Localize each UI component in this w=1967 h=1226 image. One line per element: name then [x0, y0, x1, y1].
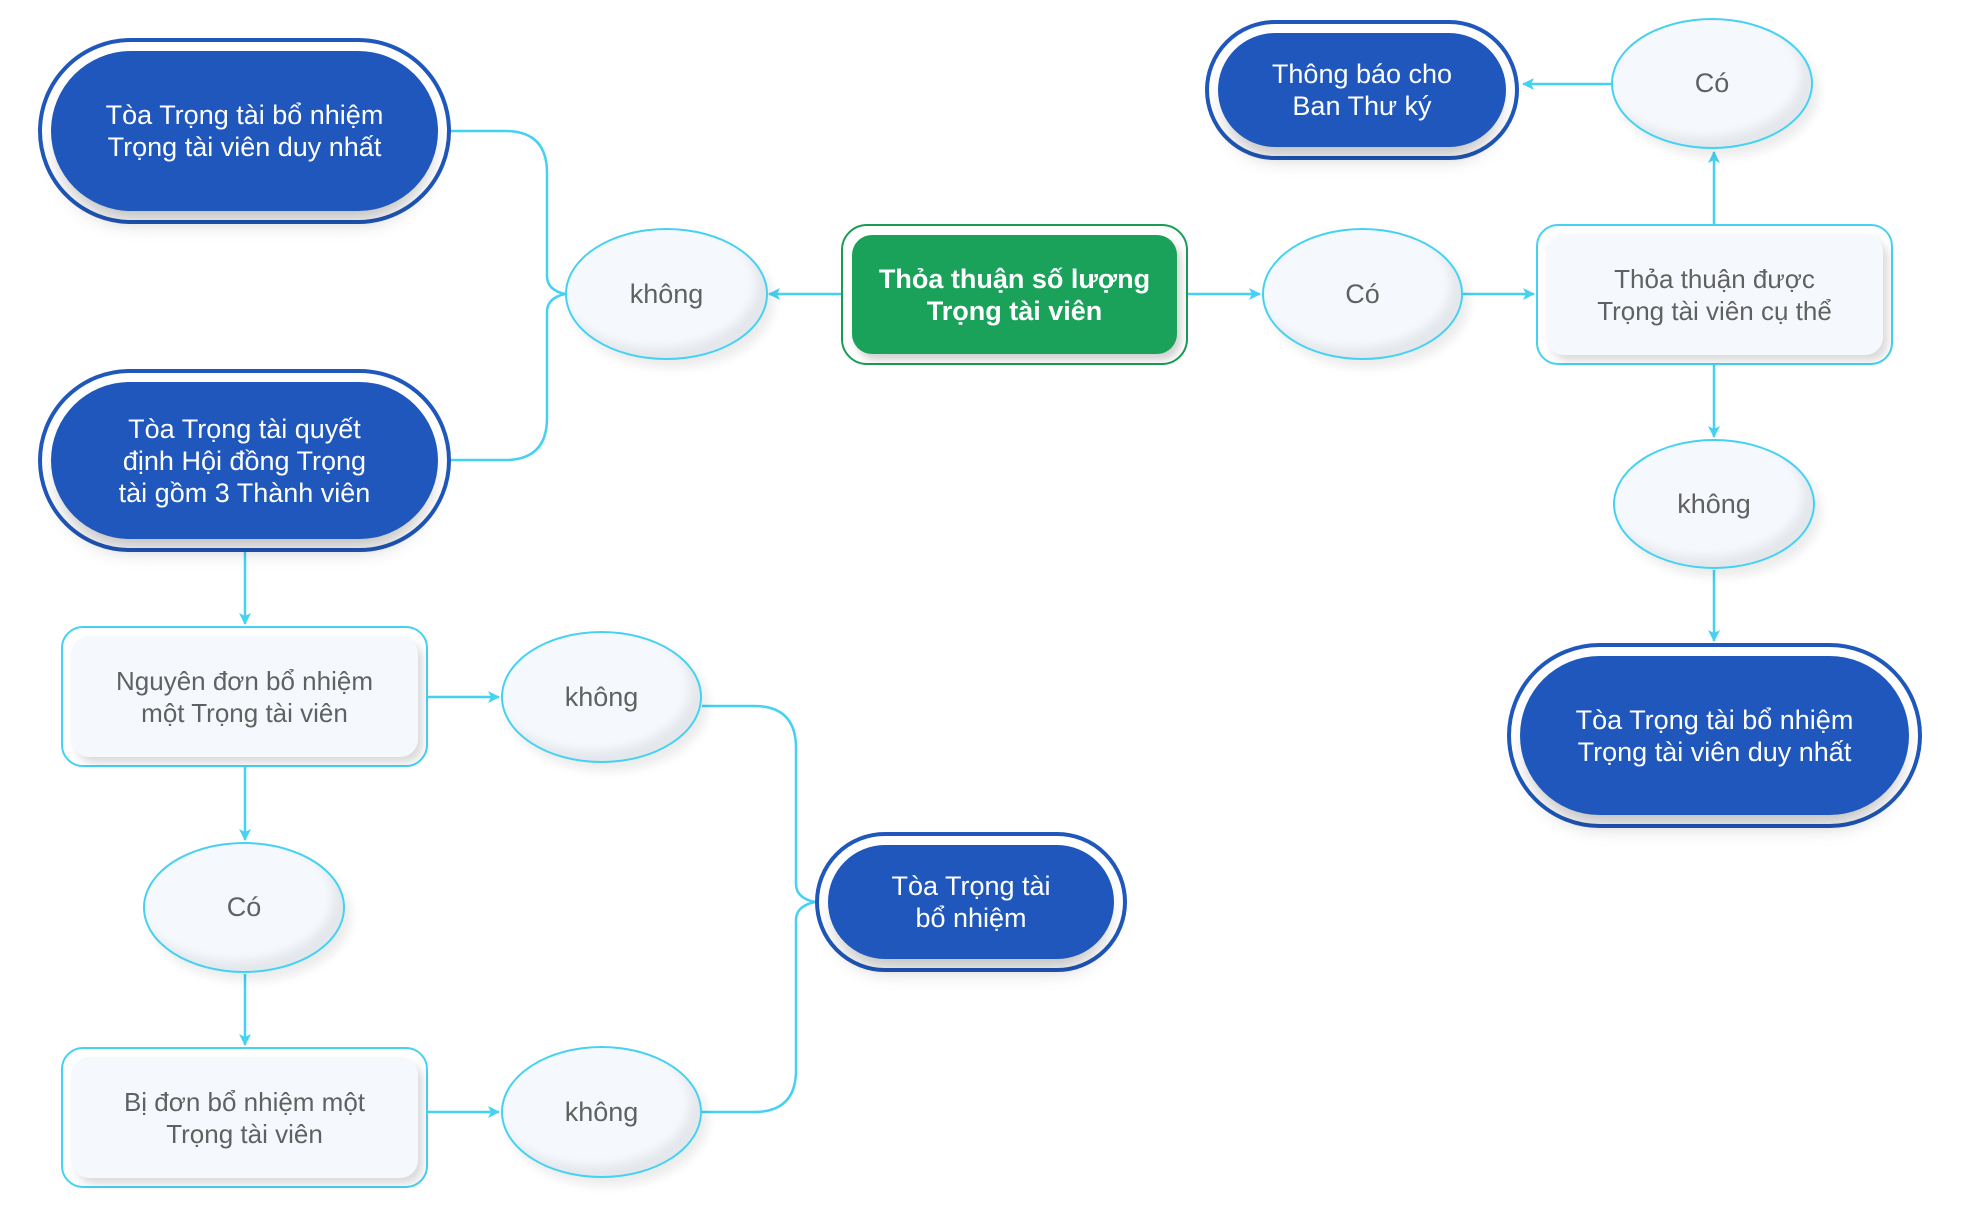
node-claimant-appoints-label: Nguyên đơn bổ nhiệm một Trọng tài viên: [71, 636, 418, 757]
decision-no-agreed: không: [1613, 439, 1815, 569]
decision-yes-claimant: Có: [143, 842, 345, 973]
decision-no-claimant: không: [501, 631, 702, 763]
node-respondent-appoints: Bị đơn bổ nhiệm một Trọng tài viên: [61, 1047, 428, 1188]
node-agreed-specific-arbitrator: Thỏa thuận được Trọng tài viên cụ thể: [1536, 224, 1893, 365]
node-court-appoints-label: Tòa Trọng tài bổ nhiệm: [828, 845, 1114, 959]
decision-no-respondent: không: [501, 1046, 702, 1178]
decision-no-claimant-label: không: [564, 681, 639, 712]
decision-no-agreed-label: không: [1677, 488, 1751, 519]
decision-yes-count: Có: [1262, 228, 1463, 360]
edge-bracket-sole-left: [451, 129, 566, 296]
node-sole-arbitrator-left: Tòa Trọng tài bổ nhiệm Trọng tài viên du…: [38, 38, 451, 224]
node-agreed-specific-label: Thỏa thuận được Trọng tài viên cụ thể: [1546, 234, 1883, 355]
node-start-agree-number: Thỏa thuận số lượng Trọng tài viên: [841, 224, 1188, 365]
node-court-appoints: Tòa Trọng tài bổ nhiệm: [815, 832, 1127, 972]
decision-yes-claimant-label: Có: [226, 892, 262, 922]
node-respondent-appoints-label: Bị đơn bổ nhiệm một Trọng tài viên: [71, 1057, 418, 1178]
node-sole-arbitrator-right-label: Tòa Trọng tài bổ nhiệm Trọng tài viên du…: [1520, 656, 1909, 815]
node-sole-arbitrator-left-label: Tòa Trọng tài bổ nhiệm Trọng tài viên du…: [51, 51, 438, 211]
node-notify-secretariat: Thông báo cho Ban Thư ký: [1205, 20, 1519, 160]
decision-no-respondent-label: không: [564, 1096, 639, 1127]
node-three-member-panel-label: Tòa Trọng tài quyết định Hội đồng Trọng …: [51, 382, 438, 539]
decision-no-count-label: không: [629, 278, 704, 309]
node-notify-secretariat-label: Thông báo cho Ban Thư ký: [1218, 33, 1506, 147]
decision-yes-agreed-label: Có: [1694, 68, 1730, 98]
node-claimant-appoints: Nguyên đơn bổ nhiệm một Trọng tài viên: [61, 626, 428, 767]
decision-yes-count-label: Có: [1345, 278, 1380, 309]
edge-bracket-no-respondent: [702, 900, 816, 1114]
edge-bracket-panel-three: [451, 292, 566, 462]
node-start-label: Thỏa thuận số lượng Trọng tài viên: [852, 235, 1177, 354]
decision-no-count: không: [565, 228, 768, 360]
node-sole-arbitrator-right: Tòa Trọng tài bổ nhiệm Trọng tài viên du…: [1507, 643, 1922, 828]
decision-yes-agreed: Có: [1611, 18, 1813, 149]
edge-bracket-no-claimant: [702, 704, 816, 904]
node-three-member-panel: Tòa Trọng tài quyết định Hội đồng Trọng …: [38, 369, 451, 552]
